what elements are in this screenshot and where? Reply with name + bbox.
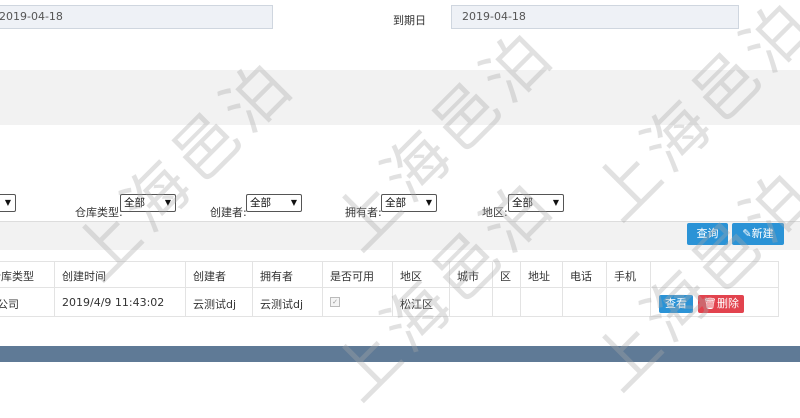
view-button[interactable]: 查看 — [659, 295, 693, 313]
creator-select[interactable]: 全部 ▼ — [246, 194, 302, 212]
new-button[interactable]: ✎新建 — [732, 223, 784, 245]
view-label: 查看 — [665, 297, 687, 310]
warehouse-type-select[interactable]: 全部 ▼ — [120, 194, 176, 212]
chevron-down-icon: ▼ — [4, 198, 11, 207]
owner-label: 拥有者: — [345, 206, 382, 219]
column-divider — [606, 261, 607, 317]
section-header-band — [0, 70, 800, 125]
query-label: 查询 — [696, 227, 719, 240]
cell-region: 松江区 — [400, 298, 433, 311]
column-divider — [492, 261, 493, 317]
cell-warehouse-type: 分公司 — [0, 298, 19, 311]
column-header-address: 地址 — [528, 270, 550, 283]
delete-button[interactable]: 🗑删除 — [698, 295, 744, 313]
cell-created-time: 2019/4/9 11:43:02 — [62, 296, 165, 309]
query-button[interactable]: 查询 — [687, 223, 728, 245]
warehouse-type-label: 仓库类型: — [75, 206, 123, 219]
trash-icon: 🗑 — [703, 297, 717, 310]
column-divider — [322, 261, 323, 317]
column-header-phone: 电话 — [570, 270, 592, 283]
footer-bottom — [0, 362, 800, 379]
footer-bar — [0, 346, 800, 362]
column-header-created-time: 创建时间 — [62, 270, 106, 283]
column-divider — [252, 261, 253, 317]
due-date-value: 2019-04-18 — [462, 10, 526, 23]
available-checkbox[interactable]: ✓ — [330, 297, 340, 307]
chevron-down-icon: ▼ — [290, 198, 297, 207]
column-header-mobile: 手机 — [614, 270, 636, 283]
warehouse-type-value: 全部 — [124, 197, 145, 209]
owner-select[interactable]: 全部 ▼ — [381, 194, 437, 212]
delete-label: 删除 — [716, 297, 739, 310]
pencil-icon: ✎ — [742, 227, 752, 240]
column-divider — [449, 261, 450, 317]
column-divider — [520, 261, 521, 317]
cell-creator: 云测试dj — [193, 298, 237, 311]
column-header-owner: 拥有者 — [260, 270, 293, 283]
cell-owner: 云测试dj — [260, 298, 304, 311]
creator-value: 全部 — [250, 197, 271, 209]
region-select[interactable]: 全部 ▼ — [508, 194, 564, 212]
toolbar-band — [0, 221, 800, 250]
column-divider — [54, 261, 55, 317]
creator-label: 创建者: — [210, 206, 247, 219]
column-divider — [650, 261, 651, 317]
owner-value: 全部 — [385, 197, 406, 209]
chevron-down-icon: ▼ — [425, 198, 432, 207]
new-label: 新建 — [751, 227, 774, 240]
column-header-city: 城市 — [457, 270, 479, 283]
chevron-down-icon: ▼ — [552, 198, 559, 207]
column-header-warehouse-type: 仓库类型 — [0, 270, 34, 283]
region-label: 地区: — [482, 206, 508, 219]
column-header-region: 地区 — [400, 270, 422, 283]
chevron-down-icon: ▼ — [164, 198, 171, 207]
start-date-input[interactable]: 2019-04-18 — [0, 5, 273, 29]
column-header-district: 区 — [500, 270, 511, 283]
table-header-divider — [0, 287, 779, 288]
column-divider — [185, 261, 186, 317]
column-divider — [562, 261, 563, 317]
due-date-input[interactable]: 2019-04-18 — [451, 5, 739, 29]
region-value: 全部 — [512, 197, 533, 209]
column-header-creator: 创建者 — [193, 270, 226, 283]
column-divider — [392, 261, 393, 317]
due-date-label: 到期日 — [393, 14, 426, 27]
first-filter-select[interactable]: ▼ — [0, 194, 16, 212]
column-header-available: 是否可用 — [330, 270, 374, 283]
start-date-value: 2019-04-18 — [0, 10, 63, 23]
